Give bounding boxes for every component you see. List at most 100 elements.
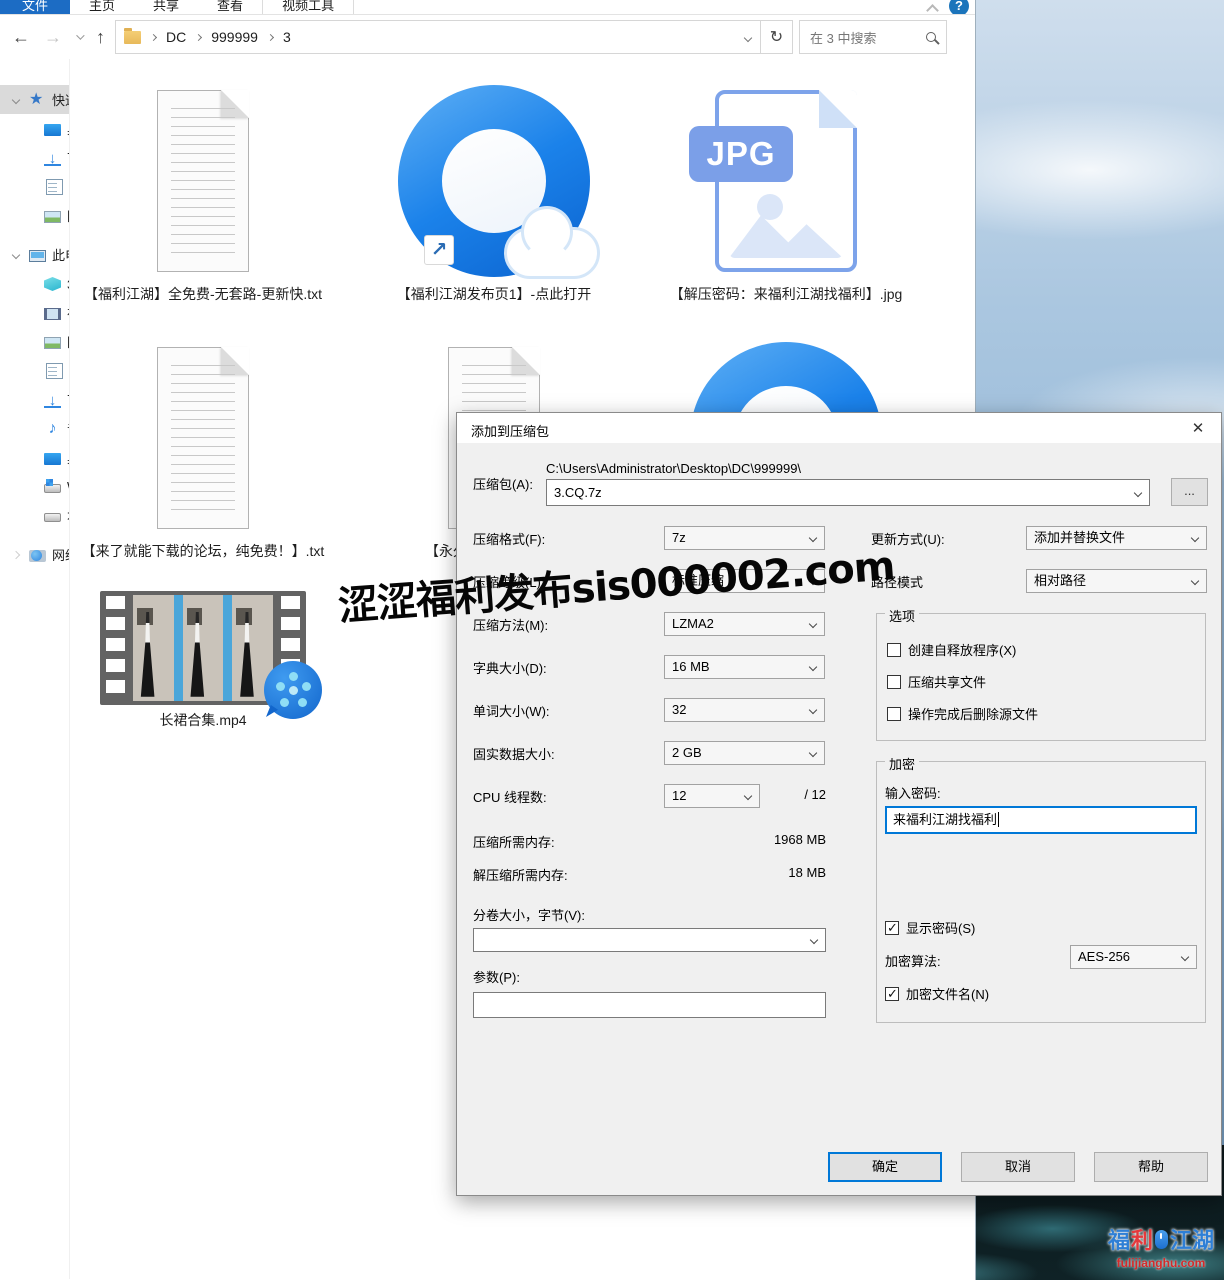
tab-file[interactable]: 文件 <box>0 0 70 14</box>
show-password-checkbox[interactable]: 显示密码(S) <box>885 918 975 937</box>
tab-home[interactable]: 主页 <box>70 0 134 14</box>
help-button[interactable]: 帮助 <box>1094 1152 1208 1182</box>
breadcrumb-separator-icon <box>195 33 202 40</box>
downloads-icon: ↓ <box>44 392 61 408</box>
sidebar-item-pictures[interactable]: 图片 <box>0 201 69 230</box>
desktop-icon <box>44 453 61 465</box>
address-dropdown-icon[interactable] <box>744 34 752 42</box>
help-icon[interactable]: ? <box>949 0 969 15</box>
close-icon[interactable]: ✕ <box>1187 419 1209 437</box>
chevron-right-icon[interactable] <box>12 550 20 558</box>
file-item-txt-2[interactable]: 【来了就能下载的论坛，纯免费！】.txt <box>78 338 328 561</box>
sidebar-item-desktop-pc[interactable]: 桌面 <box>0 443 69 472</box>
tab-view[interactable]: 查看 <box>198 0 262 14</box>
network-icon <box>29 550 46 562</box>
dialog-title-bar[interactable]: 添加到压缩包 ✕ <box>457 413 1221 443</box>
sidebar-item-quick-access[interactable]: ★ 快速访问 <box>0 85 69 114</box>
memory-compress-value: 1968 MB <box>473 832 826 847</box>
checkbox-checked-icon[interactable] <box>885 987 899 1001</box>
dictionary-combobox[interactable]: 16 MB <box>664 655 825 679</box>
address-bar[interactable]: DC 999999 3 <box>115 20 761 54</box>
options-group: 选项 创建自释放程序(X) 压缩共享文件 操作完成后删除源文件 <box>876 613 1206 741</box>
update-mode-combobox[interactable]: 添加并替换文件 <box>1026 526 1207 550</box>
volume-size-combobox[interactable] <box>473 928 826 952</box>
chevron-down-icon[interactable] <box>809 706 817 714</box>
create-sfx-checkbox[interactable]: 创建自释放程序(X) <box>887 640 1016 659</box>
file-name: 【解压密码：来福利江湖找福利】.jpg <box>661 285 911 304</box>
method-combobox[interactable]: LZMA2 <box>664 612 825 636</box>
checkbox-icon[interactable] <box>887 707 901 721</box>
breadcrumb-dc[interactable]: DC <box>166 29 186 45</box>
breadcrumb-separator-icon <box>267 33 274 40</box>
word-size-combobox[interactable]: 32 <box>664 698 825 722</box>
drive-icon <box>44 513 61 522</box>
sidebar-item-documents[interactable]: 文档 <box>0 172 69 201</box>
encrypt-filenames-checkbox[interactable]: 加密文件名(N) <box>885 984 989 1003</box>
sidebar-item-videos[interactable]: 视频 <box>0 298 69 327</box>
collapse-ribbon-icon[interactable] <box>926 4 939 15</box>
chevron-down-icon[interactable] <box>1191 534 1199 542</box>
forward-button[interactable]: → <box>44 28 62 46</box>
chevron-down-icon[interactable] <box>12 250 20 258</box>
ok-button[interactable]: 确定 <box>828 1152 942 1182</box>
pictures-icon <box>44 337 61 349</box>
compress-shared-checkbox[interactable]: 压缩共享文件 <box>887 672 986 691</box>
checkbox-icon[interactable] <box>887 643 901 657</box>
chevron-down-icon[interactable] <box>744 792 752 800</box>
options-group-title: 选项 <box>885 606 919 625</box>
sidebar-item-documents-pc[interactable]: 文档 <box>0 356 69 385</box>
recent-locations-icon[interactable] <box>76 31 84 39</box>
chevron-down-icon[interactable] <box>12 95 20 103</box>
refresh-button[interactable]: ↻ <box>761 20 793 54</box>
solid-block-combobox[interactable]: 2 GB <box>664 741 825 765</box>
video-thumbnail <box>100 591 306 705</box>
chevron-down-icon[interactable] <box>809 749 817 757</box>
document-icon <box>46 179 63 195</box>
cancel-button[interactable]: 取消 <box>961 1152 1075 1182</box>
archive-name-combobox[interactable]: 3.CQ.7z <box>546 479 1150 506</box>
search-placeholder: 在 3 中搜索 <box>810 28 876 47</box>
browse-button[interactable]: ... <box>1171 478 1208 506</box>
sidebar-item-downloads[interactable]: ↓ 下载 <box>0 143 69 172</box>
archive-label: 压缩包(A): <box>473 474 533 493</box>
sidebar-item-3d-objects[interactable]: 3D 对象 <box>0 269 69 298</box>
file-item-jpg[interactable]: JPG 【解压密码：来福利江湖找福利】.jpg <box>661 81 911 304</box>
computer-icon <box>29 250 46 262</box>
chevron-down-icon[interactable] <box>810 936 818 944</box>
file-item-txt-1[interactable]: 【福利江湖】全免费-无套路-更新快.txt <box>78 81 328 304</box>
back-button[interactable]: ← <box>12 28 30 46</box>
file-item-mp4[interactable]: 长裙合集.mp4 <box>78 589 328 730</box>
parameters-input[interactable] <box>473 992 826 1018</box>
cpu-threads-combobox[interactable]: 12 <box>664 784 760 808</box>
jpg-file-icon: JPG <box>715 90 857 272</box>
chevron-down-icon[interactable] <box>809 663 817 671</box>
sidebar-item-this-pc[interactable]: 此电脑 <box>0 240 69 269</box>
delete-after-checkbox[interactable]: 操作完成后删除源文件 <box>887 704 1038 723</box>
sidebar-item-windows-c[interactable]: Windows (C:) <box>0 472 69 501</box>
breadcrumb-999999[interactable]: 999999 <box>211 29 258 45</box>
checkbox-icon[interactable] <box>887 675 901 689</box>
dialog-title: 添加到压缩包 <box>471 421 549 440</box>
path-mode-combobox[interactable]: 相对路径 <box>1026 569 1207 593</box>
sidebar-item-downloads-pc[interactable]: ↓ 下载 <box>0 385 69 414</box>
sidebar-item-desktop[interactable]: 桌面 <box>0 114 69 143</box>
tab-video-tools[interactable]: 视频工具 <box>262 0 354 14</box>
checkbox-checked-icon[interactable] <box>885 921 899 935</box>
sidebar-item-pictures-pc[interactable]: 图片 <box>0 327 69 356</box>
chevron-down-icon[interactable] <box>1181 953 1189 961</box>
sidebar-item-local-disk[interactable]: 本地磁盘 <box>0 501 69 530</box>
sidebar-item-network[interactable]: 网络 <box>0 540 69 569</box>
format-label: 压缩格式(F): <box>473 529 545 548</box>
sidebar-item-music[interactable]: ♪ 音乐 <box>0 414 69 443</box>
chevron-down-icon[interactable] <box>809 620 817 628</box>
encryption-method-combobox[interactable]: AES-256 <box>1070 945 1197 969</box>
up-button[interactable]: ↑ <box>96 28 105 46</box>
password-label: 输入密码: <box>885 783 941 802</box>
breadcrumb-3[interactable]: 3 <box>283 29 291 45</box>
password-input[interactable]: 来福利江湖找福利 <box>885 806 1197 834</box>
chevron-down-icon[interactable] <box>1134 489 1142 497</box>
file-item-qq-shortcut[interactable]: ↗ 【福利江湖发布页1】-点此打开 <box>369 81 619 304</box>
search-box[interactable]: 在 3 中搜索 <box>799 20 947 54</box>
chevron-down-icon[interactable] <box>1191 577 1199 585</box>
tab-share[interactable]: 共享 <box>134 0 198 14</box>
